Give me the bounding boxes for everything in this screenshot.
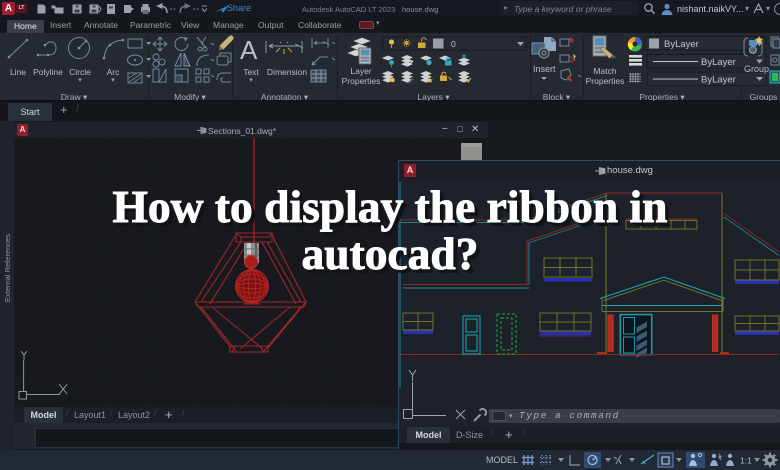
svg-text:0: 0 [451, 39, 456, 49]
svg-text:Insert: Insert [533, 64, 556, 74]
svg-text:Group: Group [744, 64, 769, 74]
svg-text:ByLayer: ByLayer [701, 75, 736, 86]
svg-text:A: A [240, 35, 258, 65]
svg-text:ByLayer: ByLayer [664, 39, 699, 50]
svg-text:1:1: 1:1 [740, 456, 752, 466]
svg-text:ByLayer: ByLayer [701, 57, 736, 68]
